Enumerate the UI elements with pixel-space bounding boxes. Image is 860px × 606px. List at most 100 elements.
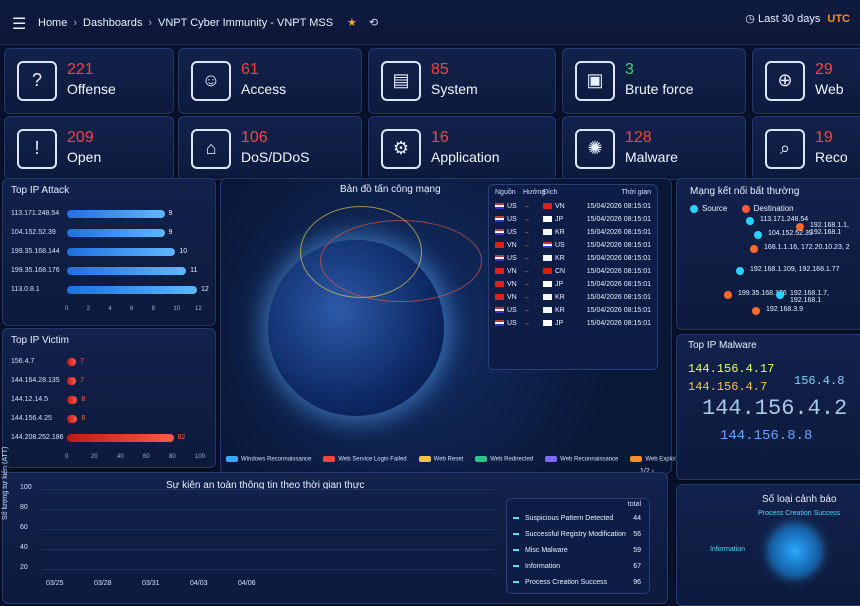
legend-item[interactable]: Web Service Login Failed [323, 456, 407, 463]
arrow-right-icon: → [523, 281, 530, 288]
attack-time: 15/04/2026 08:15:01 [586, 294, 651, 301]
legend-item[interactable]: Web Reconnaissance [545, 456, 618, 463]
network-node[interactable] [736, 267, 744, 275]
event-summary-row[interactable]: Information 67 [513, 563, 645, 570]
network-node[interactable] [750, 245, 758, 253]
destination-country: US [543, 242, 567, 249]
attack-row[interactable]: VN → KR 15/04/2026 08:15:01 [489, 291, 657, 304]
stat-card-application[interactable]: ⚙ 16 Application [368, 116, 556, 180]
event-summary-row[interactable]: Suspicious Pattern Detected 44 [513, 515, 645, 522]
attack-row[interactable]: US → KR 15/04/2026 08:15:01 [489, 226, 657, 239]
attack-row[interactable]: US → JP 15/04/2026 08:15:01 [489, 317, 657, 330]
breadcrumb-home[interactable]: Home [38, 17, 67, 29]
stat-card-malware[interactable]: ✺ 128 Malware [562, 116, 746, 180]
axis-tick: 0 [65, 454, 69, 460]
share-icon[interactable]: ⟲ [369, 16, 378, 29]
bar-ip-label: 113.0.8.1 [11, 286, 40, 293]
bar-row[interactable]: 144.208.252.186 82 [11, 433, 207, 443]
network-ip-label: 192.168.3.9 [766, 306, 803, 313]
stat-label: Offense [67, 81, 116, 97]
network-node[interactable] [752, 307, 760, 315]
axis-tick: 12 [195, 306, 202, 312]
source-country: US [495, 255, 523, 262]
bar-row[interactable]: 104.152.52.39 9 [11, 228, 207, 238]
event-summary-row[interactable]: Successful Registry Modification 56 [513, 531, 645, 538]
menu-icon[interactable]: ☰ [12, 14, 26, 34]
bar-row[interactable]: 144.12.14.5 8 [11, 395, 207, 405]
flag-icon [543, 229, 552, 236]
bar-row[interactable]: 156.4.7 7 [11, 357, 207, 367]
grid-line [42, 529, 494, 530]
bar-value: 8 [81, 396, 86, 403]
event-label: Information [525, 563, 561, 570]
stat-card-web[interactable]: ⊕ 29 Web [752, 48, 860, 114]
bar-row[interactable]: 113.171.248.54 9 [11, 209, 207, 219]
stat-value: 85 [431, 61, 449, 78]
source-dot [690, 204, 698, 213]
legend-item[interactable]: Web Exploit [630, 456, 677, 463]
stat-card-access[interactable]: ☺ 61 Access [178, 48, 362, 114]
flag-icon [543, 242, 552, 249]
stat-card-reco[interactable]: ⌕ 19 Reco [752, 116, 860, 180]
timezone-label: UTC [827, 13, 850, 25]
total-label: total [627, 501, 641, 508]
arrow-right-icon: → [523, 216, 530, 223]
malware-title: Top IP Malware [688, 340, 757, 351]
stat-card-offense[interactable]: ? 221 Offense [4, 48, 174, 114]
attack-row[interactable]: US → VN 15/04/2026 08:15:01 [489, 200, 657, 213]
bar-value: 12 [201, 286, 209, 293]
attack-row[interactable]: US → KR 15/04/2026 08:15:01 [489, 304, 657, 317]
date-range-selector[interactable]: ◷ Last 30 days UTC [745, 12, 850, 25]
event-count: 44 [633, 515, 641, 522]
bar [67, 267, 187, 275]
bar-row[interactable]: 144.156.4.25 8 [11, 414, 207, 424]
bar-row[interactable]: 144.164.28.135 7 [11, 376, 207, 386]
attack-row[interactable]: VN → JP 15/04/2026 08:15:01 [489, 278, 657, 291]
malware-ip: 144.156.4.2 [702, 396, 848, 421]
chevron-right-icon: › [148, 16, 153, 29]
network-node[interactable] [776, 291, 784, 299]
event-count: 56 [633, 531, 641, 538]
destination-country: CN [543, 268, 567, 275]
stat-label: Malware [625, 149, 678, 165]
bar-ip-label: 144.208.252.186 [11, 434, 64, 441]
axis-tick: 6 [130, 306, 134, 312]
event-label: Misc Malware [525, 547, 568, 554]
star-icon[interactable]: ★ [347, 16, 357, 29]
attack-row[interactable]: US → KR 15/04/2026 08:15:01 [489, 252, 657, 265]
axis-tick: 100 [195, 454, 206, 460]
bar [67, 229, 165, 237]
stat-card-brute-force[interactable]: ▣ 3 Brute force [562, 48, 746, 114]
event-summary-row[interactable]: Misc Malware 59 [513, 547, 645, 554]
stat-card-open[interactable]: ! 209 Open [4, 116, 174, 180]
network-node[interactable] [724, 291, 732, 299]
bar-row[interactable]: 199.35.168.144 10 [11, 247, 207, 257]
event-summary-row[interactable]: Process Creation Success 96 [513, 579, 645, 586]
attack-row[interactable]: VN → US 15/04/2026 08:15:01 [489, 239, 657, 252]
axis-tick: 40 [117, 454, 124, 460]
stat-card-dos-ddos[interactable]: ⌂ 106 DoS/DDoS [178, 116, 362, 180]
bar-value: 7 [80, 358, 84, 365]
flag-icon [495, 242, 504, 249]
network-node[interactable] [754, 231, 762, 239]
attack-row[interactable]: VN → CN 15/04/2026 08:15:01 [489, 265, 657, 278]
bar-ip-label: 156.4.7 [11, 358, 35, 365]
legend-item[interactable]: Web Redirected [475, 456, 533, 463]
table-header: Nguồn Hướng Đích Thời gian [489, 185, 657, 200]
network-node[interactable] [746, 217, 754, 225]
destination-country: JP [543, 216, 567, 223]
grid-line [42, 569, 494, 570]
legend-item[interactable]: Web Reset [418, 456, 463, 463]
bar-ip-label: 199.35.168.176 [11, 267, 60, 274]
radar-chart [770, 526, 820, 576]
attack-row[interactable]: US → JP 15/04/2026 08:15:01 [489, 213, 657, 226]
breadcrumb-dashboards[interactable]: Dashboards [83, 17, 142, 29]
bar-row[interactable]: 113.0.8.1 12 [11, 285, 209, 295]
bar-row[interactable]: 199.35.168.176 11 [11, 266, 207, 276]
legend-item[interactable]: Windows Reconnaissance [226, 456, 311, 463]
bar-ip-label: 144.164.28.135 [11, 377, 60, 384]
source-country: VN [495, 268, 523, 275]
axis-tick: 10 [173, 306, 181, 312]
monitor-user-icon: ▣ [575, 61, 615, 101]
stat-card-system[interactable]: ▤ 85 System [368, 48, 556, 114]
